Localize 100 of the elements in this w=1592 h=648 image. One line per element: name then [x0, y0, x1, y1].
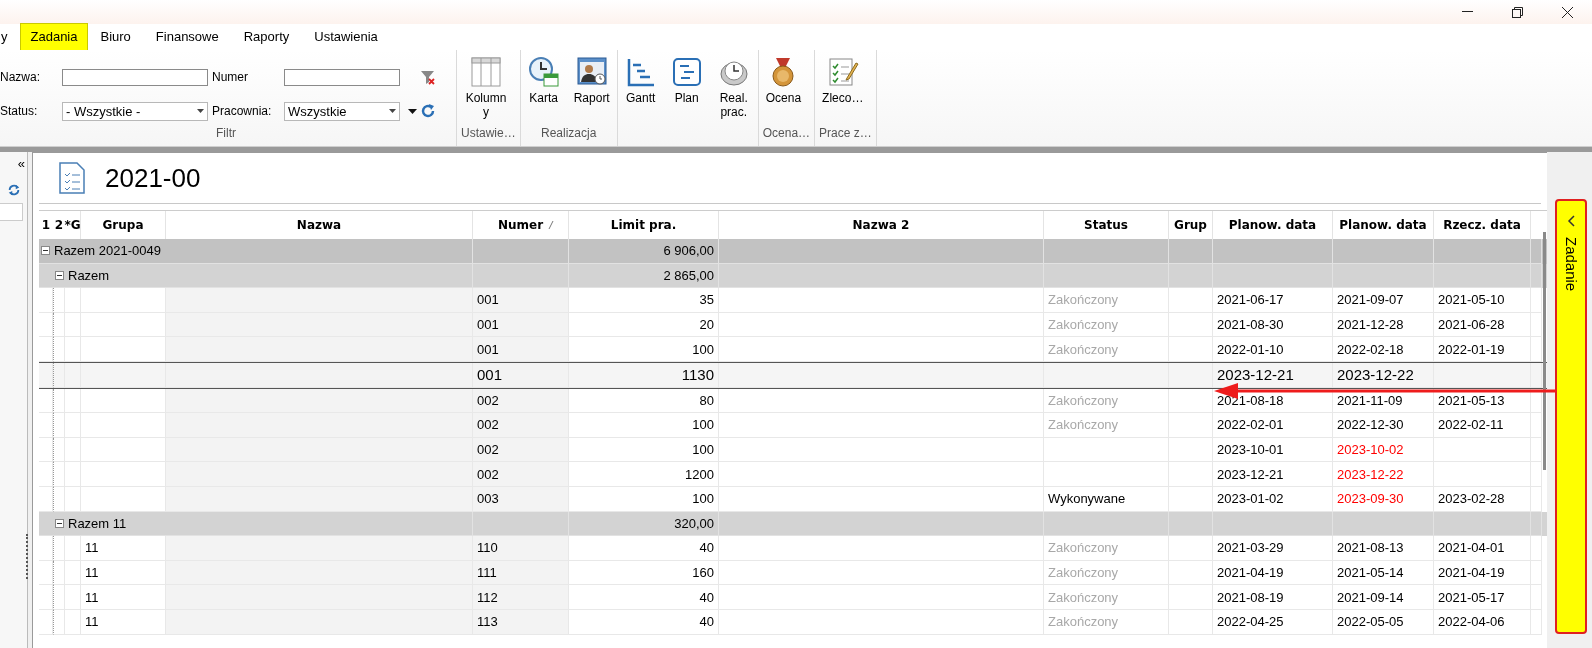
table-cell	[1169, 239, 1213, 264]
group-label: Ustawie…	[461, 126, 516, 140]
table-cell: 2021-08-30	[1213, 312, 1333, 338]
ribbon-tab[interactable]: Zadania	[19, 23, 89, 50]
table-row[interactable]: 11 111 160 Zakończony 2021-04-19 2021-05-14 2021-04-19	[39, 560, 1547, 586]
ribbon-button[interactable]: Ocena	[762, 54, 805, 126]
table-cell: 2021-05-14	[1333, 560, 1434, 586]
group-row[interactable]: Razem 2 865,00	[39, 263, 1547, 289]
restore-icon[interactable]	[1511, 6, 1523, 18]
table-cell	[1169, 263, 1213, 289]
table-row[interactable]: 002 1200 2023-12-21 2023-12-22	[39, 462, 1547, 487]
collapse-button[interactable]: «	[15, 152, 27, 171]
group-label: Filtr	[215, 126, 237, 142]
refresh-icon[interactable]	[6, 183, 21, 197]
table-cell: 001	[473, 337, 569, 362]
table-cell: 2022-01-19	[1434, 337, 1531, 362]
clear-filter-icon[interactable]	[420, 69, 436, 85]
table-cell: 2023-12-22	[1333, 362, 1434, 388]
table-cell	[39, 362, 53, 388]
ribbon-button[interactable]: Plan	[667, 54, 706, 126]
table-cell	[53, 437, 65, 463]
group-label: Razem	[68, 267, 110, 283]
table-cell: 111	[473, 560, 569, 586]
ribbon-button[interactable]: Zleco…	[819, 54, 867, 126]
table-cell: 40	[569, 536, 719, 561]
table-cell	[1531, 413, 1542, 438]
table-row[interactable]: 11 112 40 Zakończony 2021-08-19 2021-09-14 2021-05-17	[39, 585, 1547, 610]
ribbon-button[interactable]: Gantt	[621, 54, 660, 126]
field-label: Pracownia:	[211, 104, 273, 118]
ribbon-button[interactable]: Karta	[524, 54, 563, 126]
table-row[interactable]: 001 1130 2023-12-21 2023-12-22	[39, 361, 1547, 389]
group-row[interactable]: Razem 11 320,00	[39, 511, 1547, 537]
table-cell: 2021-08-13	[1333, 536, 1434, 561]
table-cell	[65, 486, 81, 512]
ribbon-tab[interactable]: Finansowe	[142, 23, 232, 50]
dropdown[interactable]: - Wszystkie -	[62, 101, 208, 121]
text-field[interactable]	[284, 68, 400, 86]
table-row[interactable]: 001 35 Zakończony 2021-06-17 2021-09-07 2021-05-10	[39, 288, 1547, 313]
table-row[interactable]: 002 100 2023-10-01 2023-10-02	[39, 437, 1547, 463]
text-field[interactable]	[62, 68, 208, 86]
table-cell: 112	[473, 585, 569, 610]
table-cell	[1531, 486, 1542, 512]
table-row[interactable]: 002 100 Zakończony 2022-02-01 2022-12-30 2022-02-11	[39, 413, 1547, 438]
table-cell	[53, 413, 65, 438]
table-cell	[39, 536, 53, 561]
ribbon-button[interactable]: Raport	[570, 54, 613, 126]
table-cell	[65, 536, 81, 561]
table-cell	[1531, 288, 1542, 313]
input-field[interactable]	[0, 203, 23, 221]
table-cell: 80	[569, 388, 719, 414]
collapse-icon[interactable]	[55, 518, 64, 528]
table-cell: 002	[473, 413, 569, 438]
table-cell	[53, 312, 65, 338]
ribbon-tab[interactable]: y	[0, 23, 21, 50]
table-cell: 2022-04-06	[1434, 609, 1531, 635]
table-cell	[65, 362, 81, 388]
table-cell	[1531, 437, 1542, 463]
document-icon	[59, 162, 85, 194]
ribbon-tab[interactable]: Biuro	[87, 23, 144, 50]
ribbon-tab[interactable]: Ustawienia	[301, 23, 391, 50]
ribbon-button[interactable]: Kolumny	[461, 54, 511, 126]
ribbon-button[interactable]: Real. prac.	[713, 54, 754, 126]
group-label: Prace z…	[819, 126, 872, 140]
table-row[interactable]: 11 113 40 Zakończony 2022-04-25 2022-05-05 2022-04-06	[39, 609, 1547, 635]
table-cell: 113	[473, 609, 569, 635]
dropdown[interactable]: Wszystkie	[284, 101, 400, 121]
table-cell: 100	[569, 337, 719, 362]
table-row[interactable]: 001 100 Zakończony 2022-01-10 2022-02-18 2022-01-19	[39, 337, 1547, 362]
table-row[interactable]: 003 100 Wykonywane 2023-01-02 2023-09-30 2023-02-28	[39, 486, 1547, 512]
checklist-icon	[826, 56, 859, 88]
close-icon[interactable]	[1561, 6, 1573, 18]
table-cell	[53, 337, 65, 362]
ribbon-tab[interactable]: Raporty	[230, 23, 303, 50]
table-cell: 2023-12-22	[1333, 462, 1434, 487]
collapse-icon[interactable]	[55, 270, 64, 280]
table-cell	[53, 560, 65, 586]
table-cell: 320,00	[569, 511, 719, 537]
table-row[interactable]: 001 20 Zakończony 2021-08-30 2021-12-28 2021-06-28	[39, 312, 1547, 338]
table-cell	[1169, 511, 1213, 537]
table-cell: 1200	[569, 462, 719, 487]
table-cell	[53, 362, 65, 388]
column-header[interactable]: 2	[53, 211, 65, 239]
table-cell	[1169, 486, 1213, 512]
table-cell: 2 865,00	[569, 263, 719, 289]
table-cell: 40	[569, 609, 719, 635]
person-report-icon	[575, 56, 608, 88]
collapse-icon[interactable]	[41, 246, 50, 256]
field-label: Status:	[0, 104, 39, 118]
caret-icon[interactable]	[408, 108, 417, 114]
table-cell	[39, 337, 53, 362]
side-tab[interactable]: Zadanie	[1555, 199, 1587, 634]
refresh-icon[interactable]	[420, 103, 436, 119]
table-cell	[1531, 536, 1542, 561]
table-cell: 2021-05-17	[1434, 585, 1531, 610]
table-row[interactable]: 11 110 40 Zakończony 2021-03-29 2021-08-13 2021-04-01	[39, 536, 1547, 561]
table-row[interactable]: 002 80 Zakończony 2021-08-18 2021-11-09 2021-05-13	[39, 388, 1547, 414]
caret-icon	[389, 109, 396, 113]
table-cell: 2022-02-01	[1213, 413, 1333, 438]
minimize-icon[interactable]	[1461, 11, 1473, 13]
column-header[interactable]: 1	[39, 211, 53, 239]
